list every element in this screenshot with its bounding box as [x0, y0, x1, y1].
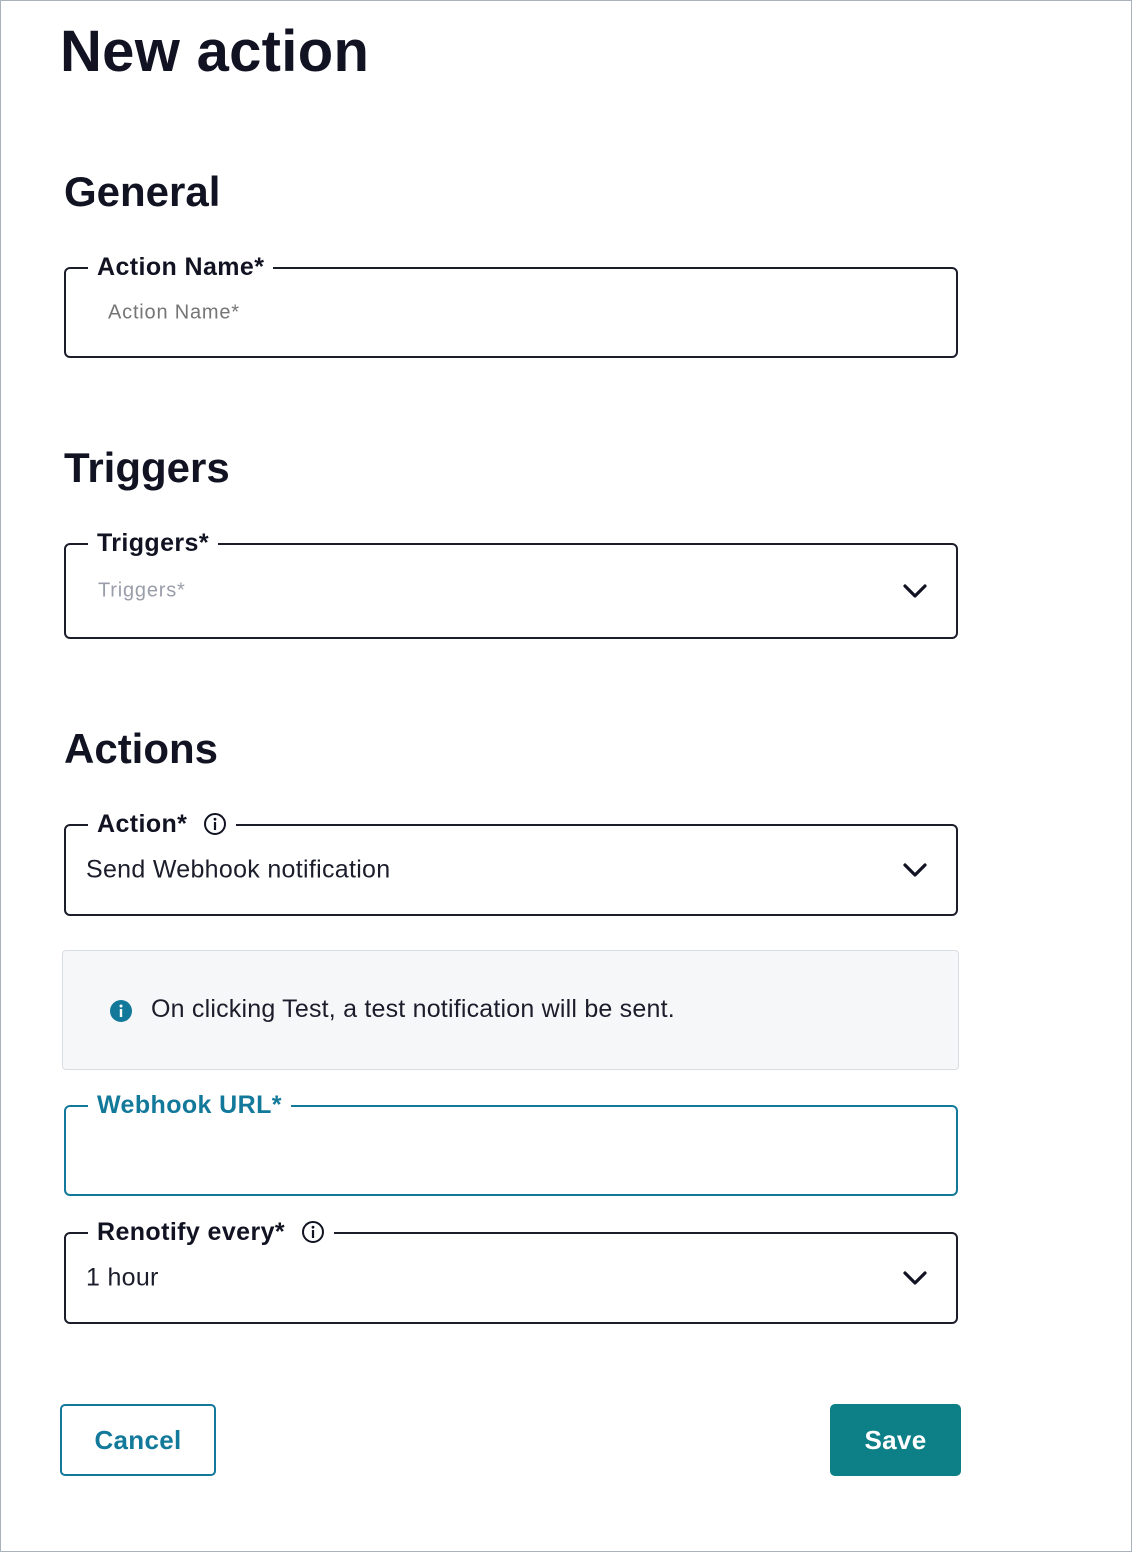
section-title-triggers: Triggers — [64, 444, 230, 491]
webhook-url-label: Webhook URL* — [88, 1087, 291, 1123]
renotify-select[interactable]: Renotify every* 1 hour — [64, 1214, 958, 1324]
renotify-value: 1 hour — [86, 1263, 159, 1292]
cancel-button[interactable]: Cancel — [60, 1404, 216, 1476]
page-title: New action — [60, 19, 370, 84]
chevron-down-icon[interactable] — [902, 862, 928, 878]
section-title-general: General — [64, 168, 221, 215]
action-name-field[interactable]: Action Name* — [64, 249, 958, 358]
callout-text: On clicking Test, a test notification wi… — [151, 995, 675, 1023]
renotify-label: Renotify every* — [88, 1214, 335, 1250]
action-label: Action* — [88, 806, 237, 842]
info-outline-icon[interactable] — [203, 812, 227, 836]
chevron-down-icon[interactable] — [902, 583, 928, 599]
info-filled-icon — [110, 1000, 132, 1022]
triggers-select[interactable]: Triggers* Triggers* — [64, 525, 958, 639]
triggers-placeholder: Triggers* — [98, 579, 186, 602]
action-select[interactable]: Action* Send Webhook notification — [64, 806, 958, 916]
action-select-value: Send Webhook notification — [86, 855, 391, 884]
section-title-actions: Actions — [64, 725, 219, 772]
triggers-label: Triggers* — [88, 525, 218, 561]
chevron-down-icon[interactable] — [902, 1270, 928, 1286]
action-name-input[interactable] — [106, 300, 910, 325]
info-callout: On clicking Test, a test notification wi… — [62, 950, 959, 1070]
webhook-url-input[interactable] — [86, 1135, 930, 1166]
save-button[interactable]: Save — [830, 1404, 961, 1476]
webhook-url-field[interactable]: Webhook URL* — [64, 1087, 958, 1196]
action-name-label: Action Name* — [88, 249, 274, 285]
info-outline-icon[interactable] — [301, 1220, 325, 1244]
